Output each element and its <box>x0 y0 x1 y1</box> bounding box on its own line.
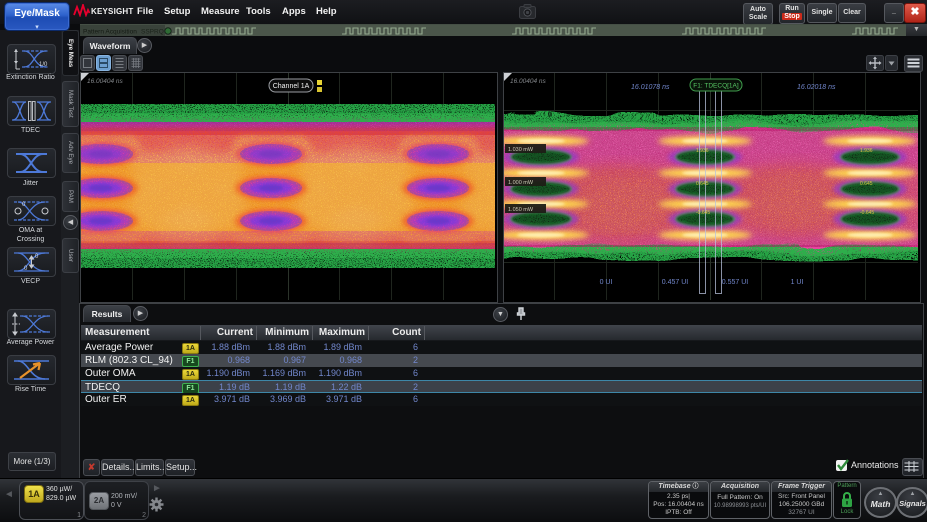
svg-text:16.02018 ns: 16.02018 ns <box>797 84 836 91</box>
svg-text:Channel 1A: Channel 1A <box>273 83 310 90</box>
svg-text:1.030 mW: 1.030 mW <box>508 147 534 153</box>
svg-text:16.01078 ns: 16.01078 ns <box>631 84 670 91</box>
svg-text:0 UI: 0 UI <box>600 279 613 286</box>
svg-text:0.645: 0.645 <box>696 181 709 187</box>
svg-text:SSPRQ: SSPRQ <box>141 29 164 36</box>
svg-text:F1: TDECQ[1A]: F1: TDECQ[1A] <box>693 83 739 90</box>
svg-text:1.050 mW: 1.050 mW <box>508 207 534 213</box>
svg-text:0.645: 0.645 <box>860 181 873 187</box>
svg-text:16.00404 ns: 16.00404 ns <box>87 78 124 85</box>
svg-text:0.557 UI: 0.557 UI <box>722 279 749 286</box>
svg-text:0.457 UI: 0.457 UI <box>662 279 689 286</box>
svg-text:1/0: 1/0 <box>39 62 48 68</box>
svg-text:1.936: 1.936 <box>860 148 873 154</box>
svg-text:1.936: 1.936 <box>696 148 709 154</box>
svg-text:16.00404 ns: 16.00404 ns <box>510 78 547 85</box>
svg-text:-0.645: -0.645 <box>696 210 710 216</box>
svg-text:Pattern Acquisition: Pattern Acquisition <box>83 29 137 36</box>
svg-text:1 UI: 1 UI <box>791 279 804 286</box>
svg-text:1.000 mW: 1.000 mW <box>508 180 534 186</box>
svg-text:-0.645: -0.645 <box>860 210 874 216</box>
